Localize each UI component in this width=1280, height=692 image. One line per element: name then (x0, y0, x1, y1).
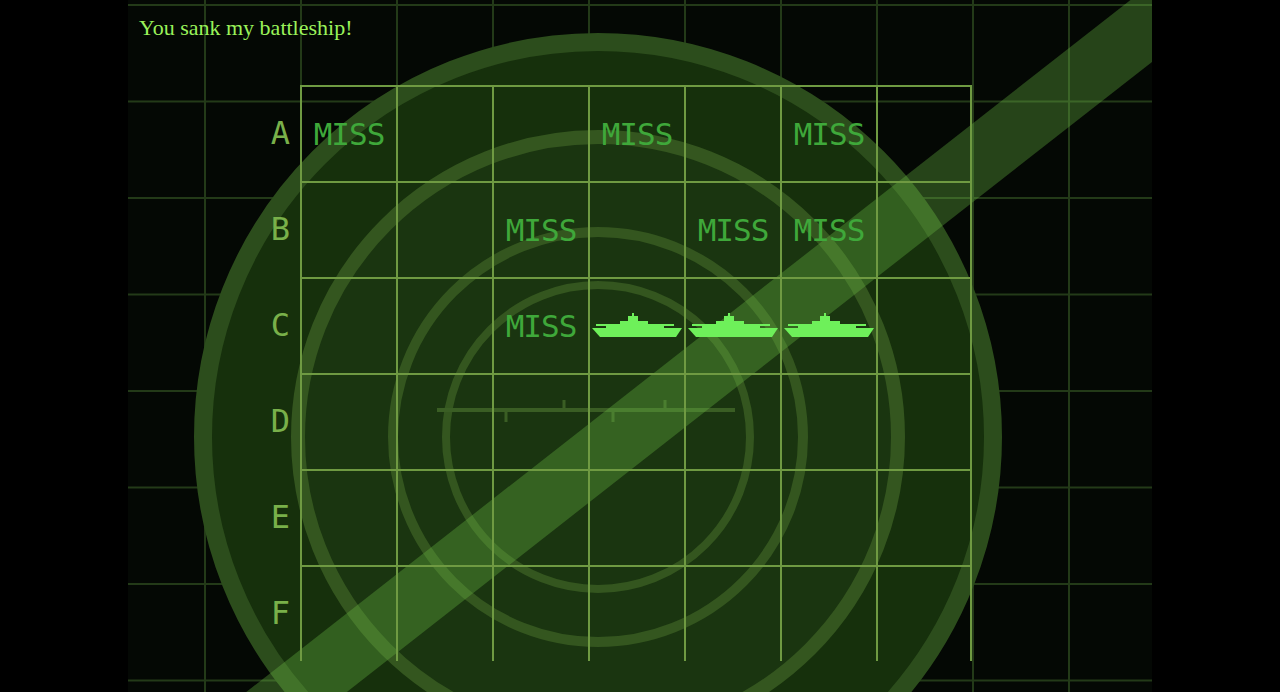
row-label: D (128, 373, 300, 469)
board-cell[interactable] (300, 277, 396, 373)
board-cell[interactable] (876, 469, 972, 565)
board-cell[interactable] (876, 565, 972, 661)
board-cell[interactable]: MISS (300, 85, 396, 181)
board-cell[interactable] (492, 85, 588, 181)
board-cell[interactable] (300, 181, 396, 277)
board-cell[interactable]: MISS (492, 277, 588, 373)
battleship-icon (784, 313, 874, 339)
board-cell[interactable] (876, 181, 972, 277)
board-cell[interactable] (780, 277, 876, 373)
board-cell[interactable] (876, 373, 972, 469)
miss-marker: MISS (602, 116, 673, 152)
board-cell[interactable] (492, 565, 588, 661)
radar-background (128, 0, 1152, 692)
row-label: E (128, 469, 300, 565)
board-cell[interactable]: MISS (588, 85, 684, 181)
board-cell[interactable] (780, 565, 876, 661)
board-cell[interactable] (684, 277, 780, 373)
row-label: A (128, 85, 300, 181)
board-cell[interactable]: MISS (780, 181, 876, 277)
board-cell[interactable] (396, 277, 492, 373)
board-cell[interactable] (876, 277, 972, 373)
row-label: C (128, 277, 300, 373)
board-cell[interactable] (396, 565, 492, 661)
board-cell[interactable]: MISS (684, 181, 780, 277)
board-cell[interactable] (396, 181, 492, 277)
miss-marker: MISS (506, 212, 577, 248)
battleship-icon (592, 313, 682, 339)
board-cell[interactable] (396, 85, 492, 181)
board-cell[interactable]: MISS (780, 85, 876, 181)
board-cell[interactable] (588, 469, 684, 565)
board-cell[interactable] (780, 469, 876, 565)
miss-marker: MISS (794, 116, 865, 152)
board-cell[interactable] (588, 565, 684, 661)
board-cell[interactable] (588, 373, 684, 469)
board-cell[interactable] (396, 373, 492, 469)
board-cell[interactable] (588, 277, 684, 373)
row-label: F (128, 565, 300, 661)
board-cell[interactable] (396, 469, 492, 565)
board-cell[interactable] (684, 373, 780, 469)
board-cell[interactable]: MISS (492, 181, 588, 277)
miss-marker: MISS (506, 308, 577, 344)
board-cell[interactable] (780, 373, 876, 469)
board-cell[interactable] (684, 469, 780, 565)
miss-marker: MISS (698, 212, 769, 248)
miss-marker: MISS (314, 116, 385, 152)
board-cell[interactable] (300, 373, 396, 469)
battleship-icon (688, 313, 778, 339)
miss-marker: MISS (794, 212, 865, 248)
status-message: You sank my battleship! (128, 0, 1152, 44)
board-cell[interactable] (876, 85, 972, 181)
board-cell[interactable] (492, 373, 588, 469)
board-cell[interactable] (588, 181, 684, 277)
board-cell[interactable] (684, 565, 780, 661)
board-cell[interactable] (492, 469, 588, 565)
board-cell[interactable] (684, 85, 780, 181)
row-label: B (128, 181, 300, 277)
game-screen: You sank my battleship! A MISS MISS MISS B MI… (128, 0, 1152, 692)
board-cell[interactable] (300, 469, 396, 565)
game-board: A MISS MISS MISS B MISS MISS MISS C MISS DEF (128, 85, 1152, 661)
board-cell[interactable] (300, 565, 396, 661)
